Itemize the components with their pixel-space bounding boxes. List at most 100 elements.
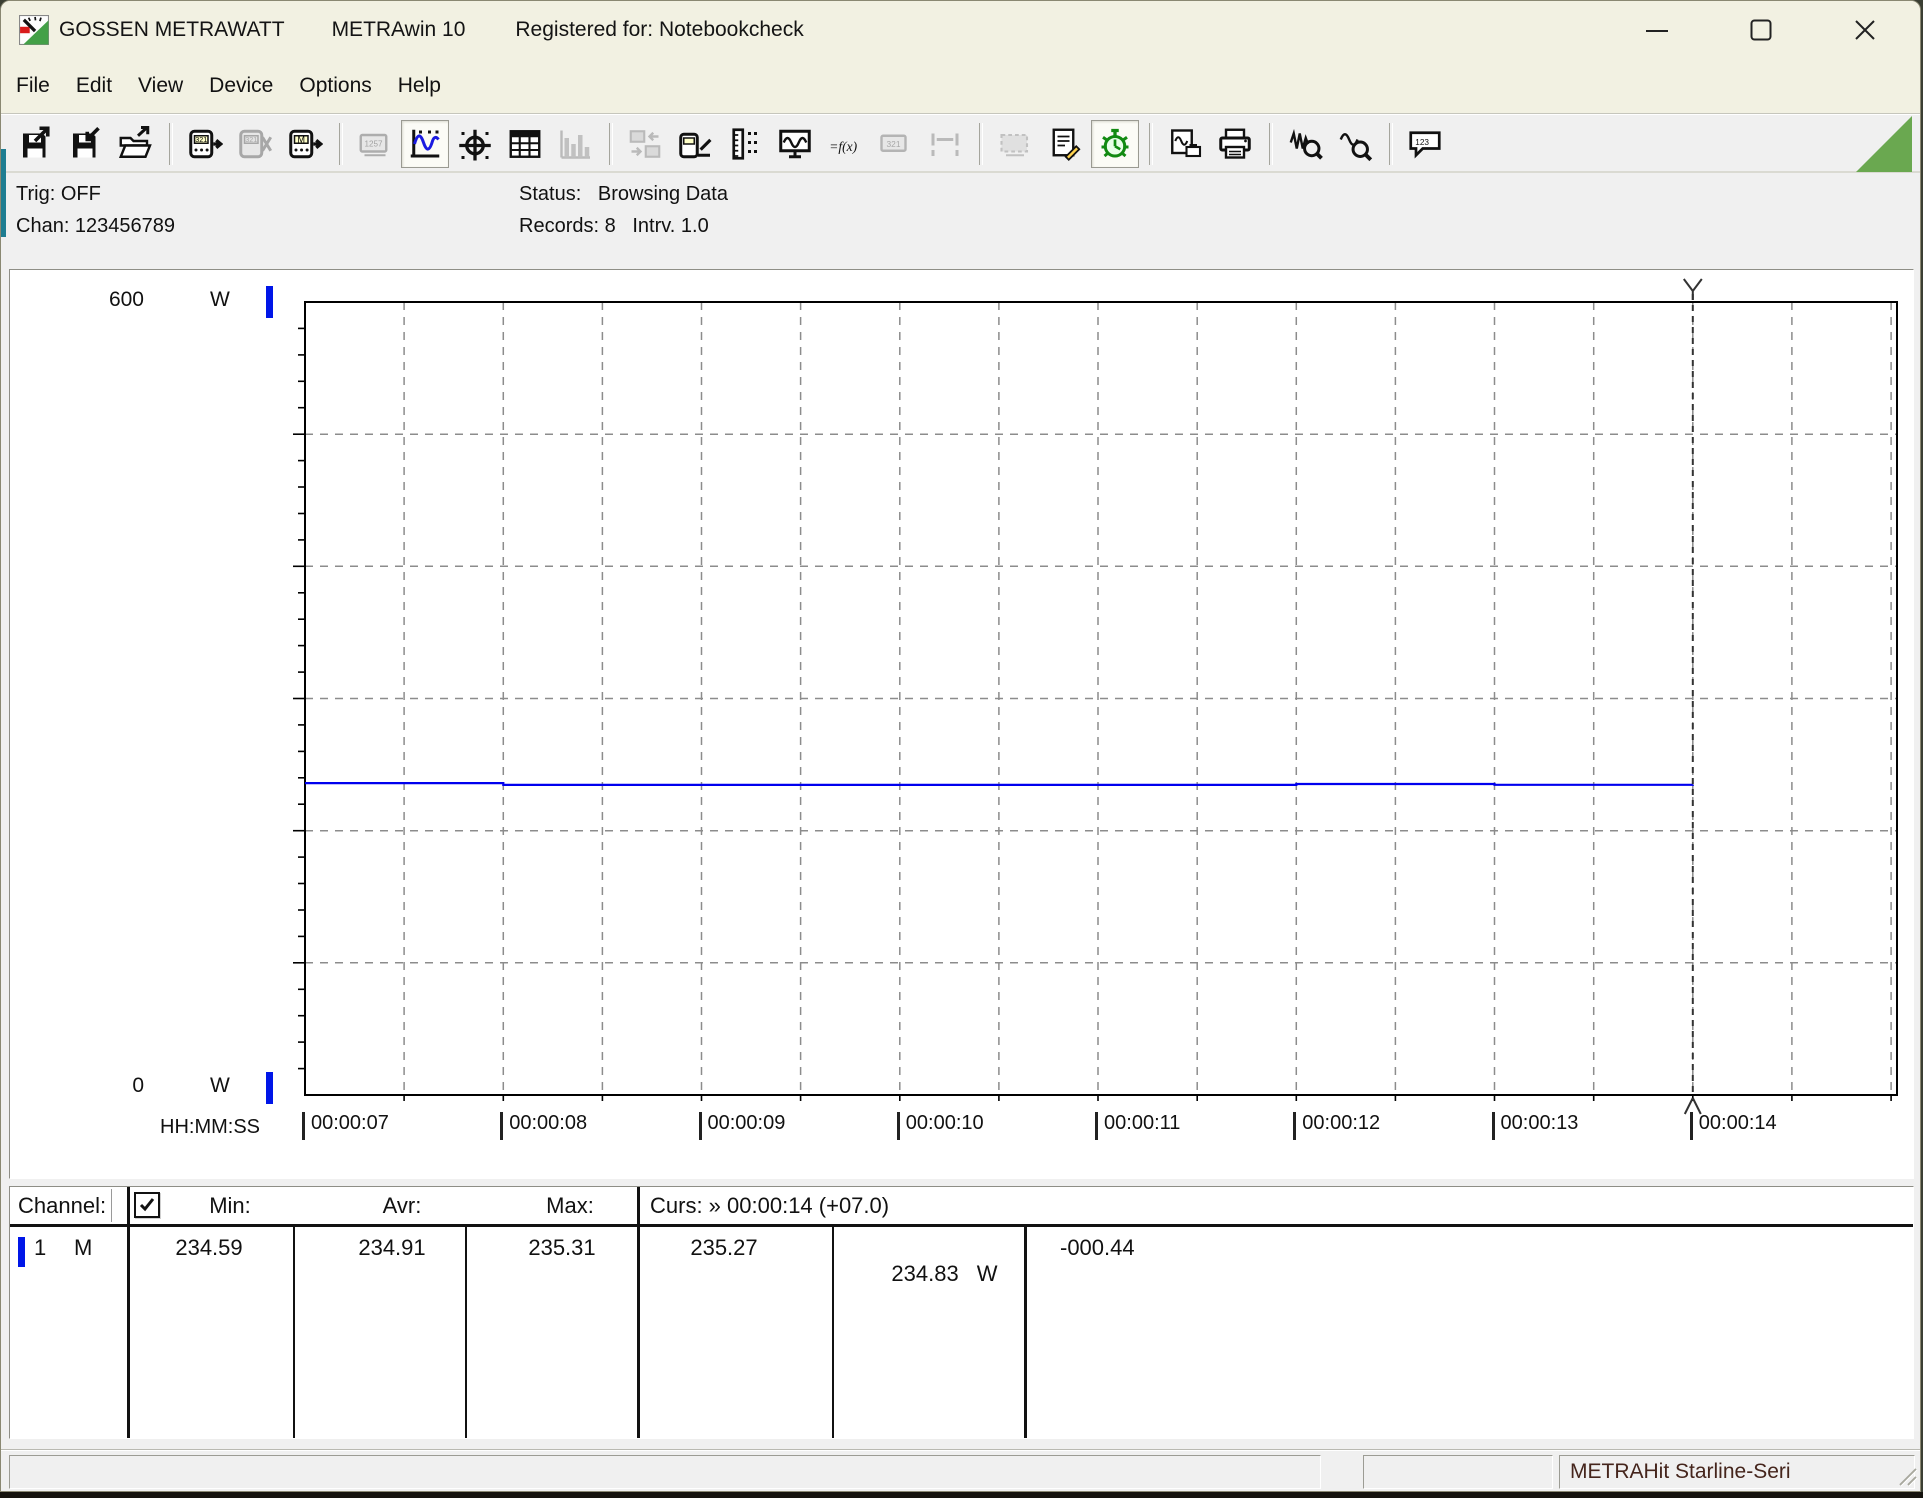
x-axis-format-label: HH:MM:SS [160,1116,260,1139]
svg-text:321: 321 [245,135,257,144]
printer-icon [1217,126,1253,162]
close-icon[interactable] [1842,7,1888,53]
cell-cursor-delta: -000.44 [1060,1235,1135,1261]
toolbar-separator [1149,123,1153,165]
chart-plot-area[interactable] [285,276,1897,1142]
x-tick-label: 00:00:07 [302,1112,389,1140]
menu-file[interactable]: File [16,74,50,98]
folder-open-icon [117,126,153,162]
toolbar-separator [609,123,613,165]
records-status: Records: 8 Intrv. 1.0 [519,215,709,238]
toolbar-separator [1269,123,1273,165]
interval-timer-button[interactable] [1091,120,1139,168]
table-grid-line [465,1227,467,1438]
cursor-top-marker [1684,279,1702,300]
svg-text:=f(x): =f(x) [829,138,857,153]
toolbar-separator [1389,123,1393,165]
device-memory-read-button[interactable]: M [281,120,329,168]
chart-yt-view-button[interactable] [401,120,449,168]
toolbar: 321 321 M 1257 =f(x) 321 123 [1,113,1920,173]
browse-status: Status: Browsing Data [519,183,728,206]
formula-button[interactable]: =f(x) [821,120,869,168]
toolbar-separator [979,123,983,165]
meter-read-icon: 321 [187,126,223,162]
x-tick-label: 00:00:08 [500,1112,587,1140]
x-tick-label: 00:00:14 [1690,1112,1777,1140]
x-tick-label: 00:00:11 [1095,1112,1180,1140]
formula-fx-icon: =f(x) [827,126,863,162]
menu-edit[interactable]: Edit [76,74,112,98]
annotations-button[interactable]: 123 [1401,120,1449,168]
device-tools-icon [677,126,713,162]
report-edit-icon [1047,126,1083,162]
menu-help[interactable]: Help [398,74,441,98]
table-view-button[interactable] [501,120,549,168]
zoom-time-icon [1287,126,1323,162]
digital-display-view-button: 1257 [351,120,399,168]
column-header-avr: Avr: [342,1193,462,1219]
screen-bottom-edge [0,1492,1923,1498]
limit-lines-icon [927,126,963,162]
cell-cursor-a: 235.27 [664,1235,784,1261]
open-file-button[interactable] [111,120,159,168]
floppy-export-icon [17,126,53,162]
device-setup-button[interactable] [671,120,719,168]
report-edit-button[interactable] [1041,120,1089,168]
menu-options[interactable]: Options [299,74,371,98]
monitor-wave-icon [777,126,813,162]
cell-channel-number: 1 [34,1235,46,1261]
measurement-info-bar: Trig: OFF Chan: 123456789 Status: Browsi… [1,173,1920,269]
limit-lines-button [921,120,969,168]
window-controls [1634,1,1920,59]
menu-view[interactable]: View [138,74,183,98]
minimize-icon[interactable] [1634,7,1680,53]
channel-color-marker-bottom [266,1072,273,1104]
meter-memory-icon: M [287,126,323,162]
scale-ruler-icon [727,126,763,162]
print-button[interactable] [1211,120,1259,168]
channel-visible-checkbox[interactable] [134,1192,160,1218]
scope-xy-view-button[interactable] [451,120,499,168]
statusbar-panel-aux [1363,1455,1553,1489]
column-header-cursor: Curs: » 00:00:14 (+07.0) [650,1193,889,1219]
column-header-channel: Channel: [18,1193,106,1219]
save-export-button[interactable] [11,120,59,168]
y-axis-min-label: 0 [68,1074,144,1098]
toolbar-separator [339,123,343,165]
cell-avr: 234.91 [332,1235,452,1261]
display-321-icon: 321 [877,126,913,162]
zoom-signal-icon [1337,126,1373,162]
zoom-signal-button[interactable] [1331,120,1379,168]
save-import-button[interactable] [61,120,109,168]
timer-bug-icon [1097,126,1133,162]
print-preview-icon [1167,126,1203,162]
scale-setup-button[interactable] [721,120,769,168]
brand-title: GOSSEN METRAWATT [59,18,285,42]
table-grid-line [127,1187,130,1438]
display-1257-icon: 1257 [357,126,393,162]
cursor-b-value: 234.83 [891,1261,958,1286]
maximize-icon[interactable] [1738,7,1784,53]
print-preview-button[interactable] [1161,120,1209,168]
header-divider [111,1189,115,1222]
display-blank-icon [997,126,1033,162]
chart-yt-icon [407,126,443,162]
svg-text:321: 321 [195,135,207,144]
values-table-panel: Channel: Min: Avr: Max: Curs: » 00:00:14… [9,1186,1914,1439]
speech-bubble-icon: 123 [1407,126,1443,162]
pan-screens-icon [627,126,663,162]
device-read-button[interactable]: 321 [181,120,229,168]
cell-min: 234.59 [149,1235,269,1261]
resize-grip[interactable] [1892,1461,1918,1492]
cell-max: 235.31 [502,1235,622,1261]
online-monitor-button[interactable] [771,120,819,168]
title-bar: GOSSEN METRAWATT METRAwin 10 Registered … [1,1,1920,59]
toolbar-separator [169,123,173,165]
numeric-display-button: 321 [871,120,919,168]
channel-color-marker-top [266,286,273,318]
cell-cursor-b: 234.83W [830,1235,1010,1313]
y-axis-unit-top: W [210,288,230,312]
menu-device[interactable]: Device [209,74,273,98]
zoom-time-button[interactable] [1281,120,1329,168]
registration-text: Registered for: Notebookcheck [515,18,803,42]
